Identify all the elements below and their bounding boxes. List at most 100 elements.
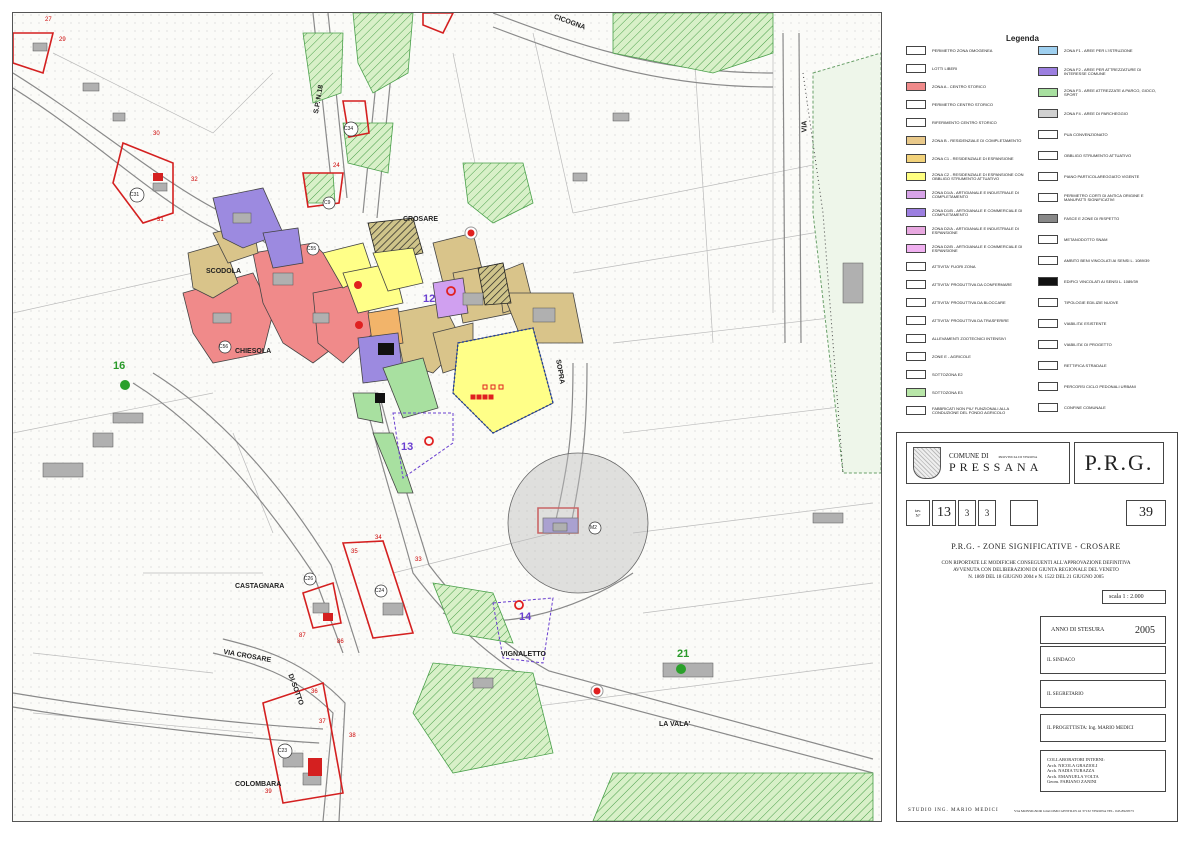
empty-box bbox=[1010, 500, 1038, 526]
legend-swatch bbox=[906, 190, 926, 199]
red-number: 86 bbox=[337, 639, 344, 645]
legend-swatch bbox=[1038, 340, 1058, 349]
legend-swatch bbox=[1038, 319, 1058, 328]
legend-item: ZONA F3 - AREE ATTREZZATE A PARCO, GIOCO… bbox=[1038, 88, 1164, 97]
legend-item: ZONA F2 - AREE PER ATTREZZATURE DI INTER… bbox=[1038, 67, 1164, 76]
legend: Legenda PERIMETRO ZONA OMOGENEA LOTTI LIB… bbox=[906, 20, 1172, 440]
zone-number-21: 21 bbox=[677, 648, 690, 660]
comune-box: COMUNE DI PROVINCIA DI VERONA PRESSANA bbox=[906, 442, 1070, 484]
map-canvas[interactable]: CROSARE SCODOLA CHIESOLA CASTAGNARA COLO… bbox=[12, 12, 882, 822]
legend-label: ZONA F3 - AREE ATTREZZATE A PARCO, GIOCO… bbox=[1064, 87, 1157, 97]
legend-swatch bbox=[1038, 235, 1058, 244]
red-number: 37 bbox=[319, 719, 326, 725]
rispetto-circle bbox=[507, 452, 649, 594]
legend-label: ZONA A - CENTRO STORICO bbox=[932, 83, 986, 89]
legend-swatch bbox=[906, 136, 926, 145]
place-colombara: COLOMBARA bbox=[235, 781, 282, 788]
legend-label: ZONA D1/A - ARTIGIANALE E INDUSTRIALE DI… bbox=[932, 189, 1019, 199]
legend-item: ALLEVAMENTI ZOOTECNICI INTENSIVI bbox=[906, 334, 1006, 343]
progettista-box: IL PROGETTISTA: Ing. MARIO MEDICI bbox=[1040, 714, 1166, 742]
legend-swatch bbox=[906, 208, 926, 217]
provincia-label: PROVINCIA DI VERONA bbox=[998, 454, 1038, 459]
place-chiesola: CHIESOLA bbox=[235, 348, 272, 355]
code-label: C34 bbox=[344, 126, 354, 132]
prg-box: P.R.G. bbox=[1074, 442, 1164, 484]
legend-item: FABBRICATI NON PIU' FUNZIONALI ALLA COND… bbox=[906, 406, 1032, 415]
legend-swatch bbox=[906, 316, 926, 325]
legend-label: ZONA F1 - AREE PER L'ISTRUZIONE bbox=[1064, 47, 1133, 53]
legend-item: ZONA F4 - AREE DI PARCHEGGIO bbox=[1038, 109, 1128, 118]
legend-label: RETTIFICA STRADALE bbox=[1064, 362, 1107, 368]
legend-label: PUA CONVENZIONATO bbox=[1064, 131, 1108, 137]
legend-item: METANODOTTO SNAM bbox=[1038, 235, 1107, 244]
place-via: VIA bbox=[801, 120, 809, 133]
legend-label: ATTIVITA' PRODUTTIVA DA BLOCCARE bbox=[932, 299, 1006, 305]
legend-swatch bbox=[1038, 361, 1058, 370]
legend-label: SOTTOZONA E3 bbox=[932, 389, 963, 395]
legend-label: PIANO PARTICOLAREGGIATO VIGENTE bbox=[1064, 173, 1140, 179]
legend-label: LOTTI LIBERI bbox=[932, 65, 958, 71]
legend-swatch bbox=[1038, 277, 1058, 286]
legend-item: ZONE E - AGRICOLE bbox=[906, 352, 971, 361]
place-scodola: SCODOLA bbox=[206, 268, 241, 275]
approval-note-3: N. 1869 DEL 18 GIUGNO 2004 e N. 1522 DEL… bbox=[968, 575, 1104, 580]
red-number: 34 bbox=[375, 535, 382, 541]
place-crosare: CROSARE bbox=[403, 216, 439, 223]
red-number: 30 bbox=[153, 131, 160, 137]
code-label: C23 bbox=[278, 748, 288, 754]
legend-swatch bbox=[906, 334, 926, 343]
legend-label: FASCE E ZONE DI RISPETTO bbox=[1064, 215, 1120, 221]
legend-swatch bbox=[1038, 67, 1058, 76]
legend-label: RIFERIMENTO CENTRO STORICO bbox=[932, 119, 997, 125]
code-label: M2 bbox=[590, 525, 597, 531]
place-castagnara: CASTAGNARA bbox=[235, 583, 285, 590]
legend-item: ZONA D2/B - ARTIGIANALE E COMMERCIALE DI… bbox=[906, 244, 1032, 253]
legend-swatch bbox=[906, 64, 926, 73]
legend-item: ZONA D1/B - ARTIGIANALE E COMMERCIALE DI… bbox=[906, 208, 1032, 217]
code-label: C31 bbox=[130, 192, 140, 198]
sheet-heading: P.R.G. - ZONE SIGNIFICATIVE - CROSARE bbox=[951, 542, 1121, 551]
legend-item: ZONA C1 - RESIDENZIALE DI ESPANSIONE bbox=[906, 154, 1014, 163]
legend-item: ATTIVITA' PRODUTTIVA DA CONFERMARE bbox=[906, 280, 1012, 289]
legend-swatch bbox=[1038, 256, 1058, 265]
legend-item: ZONA D1/A - ARTIGIANALE E INDUSTRIALE DI… bbox=[906, 190, 1032, 199]
legend-label: FABBRICATI NON PIU' FUNZIONALI ALLA COND… bbox=[932, 405, 1009, 415]
year-label: ANNO DI STESURA bbox=[1051, 627, 1105, 633]
legend-label: AMBITO BENI VINCOLATI AI SENSI L. 1089/3… bbox=[1064, 257, 1150, 263]
studio-address: VIA MONSIGNOR GIACOMO GENTILIN 42 37132 … bbox=[1014, 809, 1134, 813]
legend-item: TIPOLOGIE EDILIZIE NUOVE bbox=[1038, 298, 1118, 307]
legend-label: ZONA F2 - AREE PER ATTREZZATURE DI INTER… bbox=[1064, 66, 1142, 76]
approval-note-1: CON RIPORTATE LE MODIFICHE CONSEGUENTI A… bbox=[941, 561, 1131, 566]
legend-label: EDIFICI VINCOLATI AI SENSI L. 1089/39 bbox=[1064, 278, 1138, 284]
legend-swatch bbox=[1038, 172, 1058, 181]
legend-swatch bbox=[1038, 298, 1058, 307]
code-label: C56 bbox=[219, 344, 229, 350]
red-number: 39 bbox=[265, 789, 272, 795]
legend-label: TIPOLOGIE EDILIZIE NUOVE bbox=[1064, 299, 1119, 305]
legend-label: ATTIVITA' PRODUTTIVA DA TRASFERIRE bbox=[932, 317, 1009, 323]
legend-label: METANODOTTO SNAM bbox=[1064, 236, 1108, 242]
tav-sub-1: 3 bbox=[958, 500, 976, 526]
legend-label: ZONA F4 - AREE DI PARCHEGGIO bbox=[1064, 110, 1128, 116]
red-number: 32 bbox=[191, 177, 198, 183]
prg-label: P.R.G. bbox=[1084, 450, 1154, 475]
legend-title: Legenda bbox=[1006, 34, 1039, 43]
legend-item: VIABILITA' ESISTENTE bbox=[1038, 319, 1106, 328]
scale-box: scala 1 : 2.000 bbox=[1102, 590, 1166, 604]
legend-swatch bbox=[906, 172, 926, 181]
segretario-box: IL SEGRETARIO bbox=[1040, 680, 1166, 708]
legend-item: ZONA B - RESIDENZIALE DI COMPLETAMENTO bbox=[906, 136, 1021, 145]
legend-swatch bbox=[1038, 193, 1058, 202]
red-number: 36 bbox=[311, 689, 318, 695]
legend-swatch bbox=[1038, 46, 1058, 55]
legend-item: VIABILITA' DI PROGETTO bbox=[1038, 340, 1112, 349]
legend-item: PERIMETRO CORTI DI ANTICA ORIGINE E MANU… bbox=[1038, 193, 1164, 202]
legend-swatch bbox=[906, 82, 926, 91]
title-sheet: Legenda PERIMETRO ZONA OMOGENEA LOTTI LIB… bbox=[894, 12, 1178, 822]
zone-number-12: 12 bbox=[423, 293, 436, 305]
legend-item: EDIFICI VINCOLATI AI SENSI L. 1089/39 bbox=[1038, 277, 1138, 286]
legend-swatch bbox=[906, 154, 926, 163]
legend-item: PUA CONVENZIONATO bbox=[1038, 130, 1108, 139]
place-vignaletto: VIGNALETTO bbox=[501, 651, 546, 658]
legend-item: PERIMETRO ZONA OMOGENEA bbox=[906, 46, 992, 55]
